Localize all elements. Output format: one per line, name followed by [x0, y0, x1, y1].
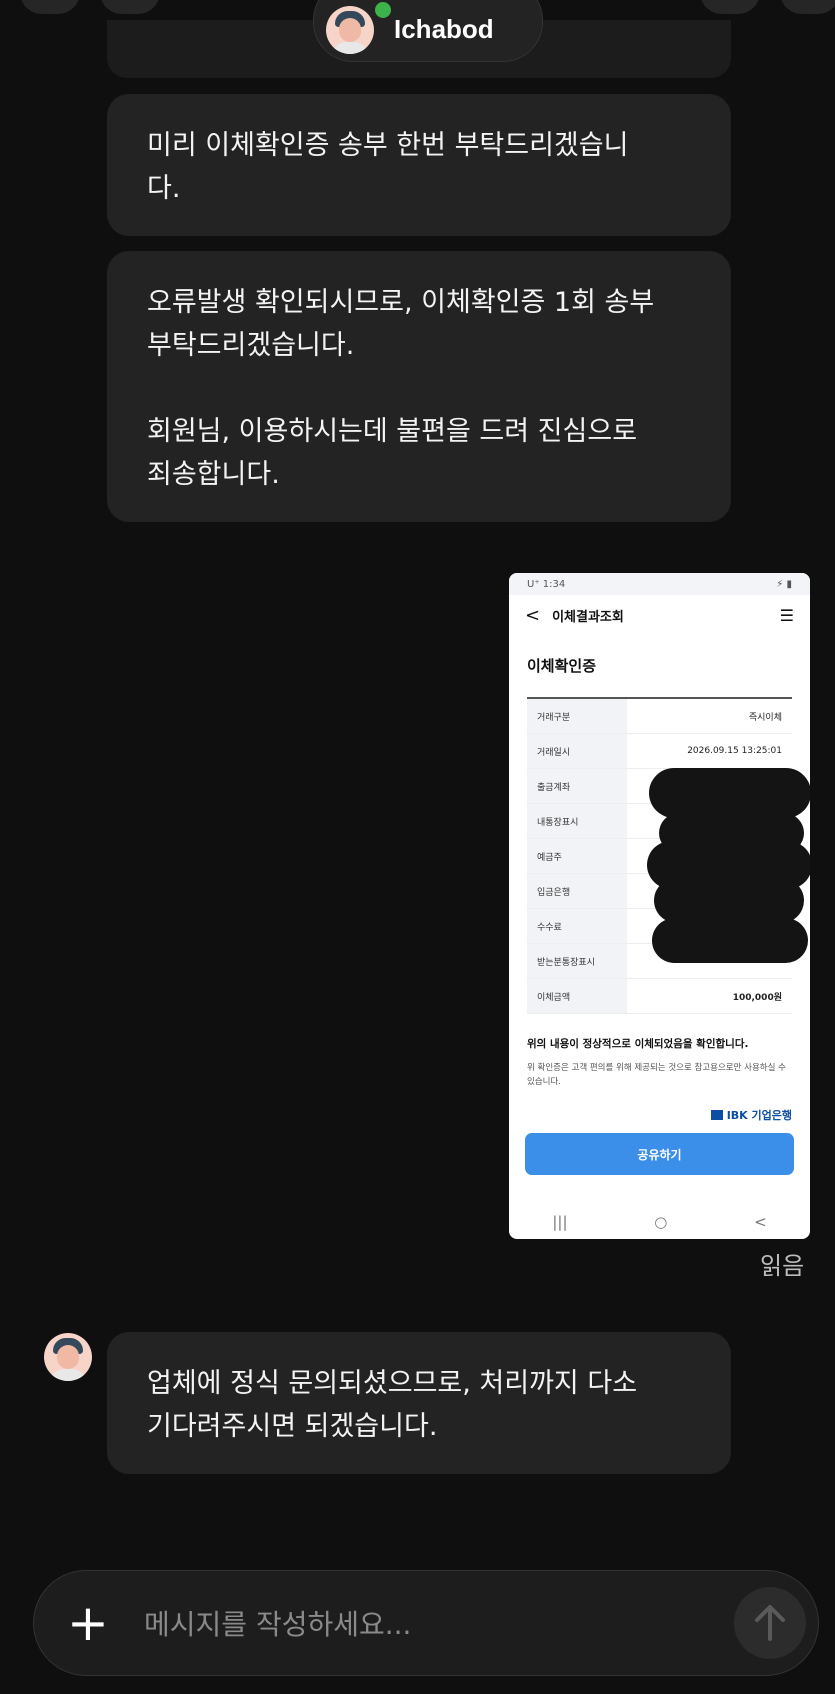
agent-avatar [44, 1333, 92, 1381]
receipt-title: 이체확인증 [527, 657, 597, 675]
send-button[interactable] [734, 1587, 806, 1659]
header-left-button[interactable] [100, 0, 160, 14]
arrow-up-icon [755, 1605, 785, 1641]
message-bubble: 업체에 정식 문의되셨으므로, 처리까지 다소 기다려주시면 되겠습니다. [107, 1332, 731, 1474]
message-input[interactable] [142, 1591, 706, 1657]
share-button: 공유하기 [525, 1133, 794, 1175]
ibk-logo-icon [710, 1110, 723, 1120]
agent-avatar [326, 6, 374, 54]
redaction-scribble [649, 768, 810, 818]
message-bubble: 오류발생 확인되시므로, 이체확인증 1회 송부 부탁드리겠습니다. 회원님, … [107, 251, 731, 522]
menu-icon: ☰ [779, 605, 794, 625]
add-attachment-button[interactable]: + [64, 1598, 112, 1648]
header-right-button[interactable] [700, 0, 760, 14]
agent-name: Ichabod [394, 13, 494, 44]
more-button[interactable] [780, 0, 835, 14]
receipt-note: 위 확인증은 고객 편의를 위해 제공되는 것으로 참고용으로만 사용하실 수 … [527, 1063, 786, 1087]
table-row: 이체금액 100,000원 [527, 979, 792, 1014]
receipt-nav: < 이체결과조회 ☰ [525, 604, 794, 626]
android-softkeys: ||| ○ < [552, 1213, 767, 1231]
agent-header[interactable]: Ichabod [313, 0, 543, 62]
back-button[interactable] [20, 0, 80, 14]
redaction-scribble [654, 878, 804, 923]
message-composer: + [33, 1570, 819, 1676]
transfer-receipt-image[interactable]: U⁺ 1:34 ⚡ ▮ < 이체결과조회 ☰ 이체확인증 거래구분 즉시이체 거래일… [509, 573, 810, 1239]
bank-logo: IBK 기업은행 [509, 1089, 810, 1123]
table-row: 거래구분 즉시이체 [527, 699, 792, 734]
table-row: 거래일시 2026.09.15 13:25:01 [527, 734, 792, 769]
confirm-text: 위의 내용이 정상적으로 이체되었음을 확인합니다. [527, 1038, 749, 1050]
status-bar: U⁺ 1:34 ⚡ ▮ [509, 573, 810, 595]
message-bubble: 미리 이체확인증 송부 한번 부탁드리겠습니 다. [107, 94, 731, 236]
read-receipt-label: 읽음 [760, 1252, 805, 1280]
redaction-scribble [652, 918, 808, 963]
back-icon: < [525, 604, 541, 626]
online-status-icon [372, 0, 394, 21]
